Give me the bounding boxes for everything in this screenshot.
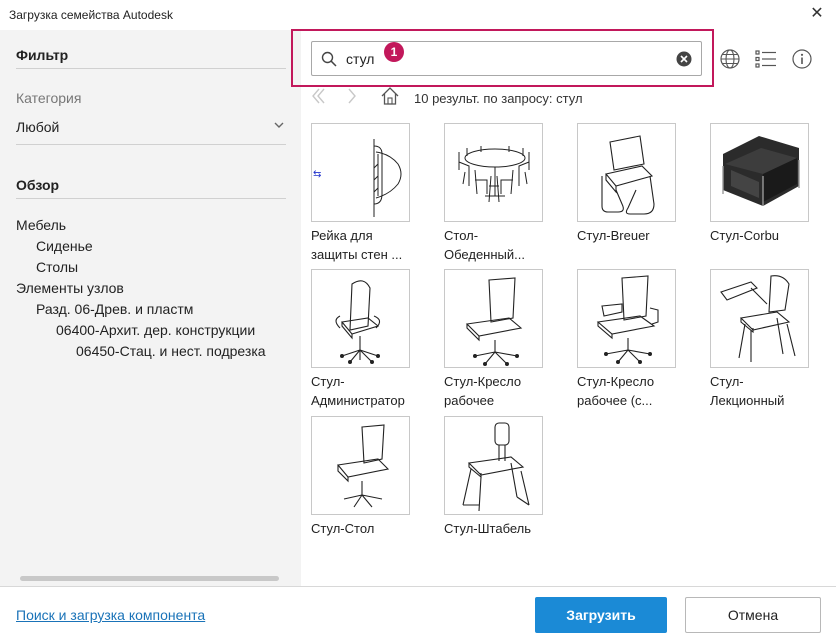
filter-sidebar: Фильтр Категория Любой Обзор Мебель Сиде… <box>0 30 301 586</box>
load-button[interactable]: Загрузить <box>535 597 667 633</box>
thumbnail[interactable] <box>444 123 543 222</box>
tile-caption: Рейка для защиты стен ... <box>311 228 403 262</box>
search-icon <box>321 51 337 67</box>
chevron-down-icon[interactable] <box>274 120 284 132</box>
tile-caption: Стол-Обеденный... <box>444 228 525 262</box>
category-dropdown[interactable]: Любой <box>16 119 59 135</box>
thumbnail[interactable] <box>577 123 676 222</box>
tile-caption: Стул-Лекционный <box>710 374 785 408</box>
tile-caption: Стул-Стол <box>311 521 375 536</box>
tree-item-06400[interactable]: 06400-Архит. дер. конструкции <box>56 322 255 338</box>
dialog-footer: Поиск и загрузка компонента Загрузить От… <box>0 586 836 643</box>
list-view-icon[interactable] <box>755 48 777 70</box>
tree-item-tables[interactable]: Столы <box>36 259 78 275</box>
filter-heading: Фильтр <box>16 47 69 63</box>
home-icon[interactable] <box>380 86 400 106</box>
result-tile-stacking[interactable]: Стул-Штабель <box>444 416 564 538</box>
result-tile-chair-table[interactable]: Стул-Стол <box>311 416 431 538</box>
thumbnail[interactable] <box>311 269 410 368</box>
divider <box>16 68 286 69</box>
divider <box>16 198 286 199</box>
result-tile-breuer[interactable]: Стул-Breuer <box>577 123 697 245</box>
result-count: 10 результ. по запросу: стул <box>414 91 583 106</box>
thumbnail[interactable] <box>710 123 809 222</box>
tile-caption: Стул-Corbu <box>710 228 780 243</box>
cancel-button[interactable]: Отмена <box>685 597 821 633</box>
result-tile-corbu[interactable]: Стул-Corbu <box>710 123 830 245</box>
info-icon[interactable] <box>791 48 813 70</box>
thumbnail[interactable] <box>710 269 809 368</box>
result-tile-task-chair-arms[interactable]: Стул-Кресло рабочее (с... <box>577 269 697 410</box>
svg-text:⇆: ⇆ <box>313 169 321 180</box>
callout-badge: 1 <box>384 42 404 62</box>
tile-caption: Стул-Администратор <box>311 374 405 408</box>
thumbnail[interactable] <box>444 416 543 515</box>
title-bar: Загрузка семейства Autodesk ✕ <box>0 0 836 30</box>
tree-item-details[interactable]: Элементы узлов <box>16 280 124 296</box>
search-download-link[interactable]: Поиск и загрузка компонента <box>16 607 205 623</box>
result-tile-lecture[interactable]: Стул-Лекционный <box>710 269 830 410</box>
window-title: Загрузка семейства Autodesk <box>9 8 173 22</box>
thumbnail[interactable] <box>577 269 676 368</box>
result-tile-task-chair[interactable]: Стул-Кресло рабочее <box>444 269 564 410</box>
divider <box>16 144 286 145</box>
close-icon[interactable]: ✕ <box>806 4 828 26</box>
tile-caption: Стул-Кресло рабочее <box>444 374 522 408</box>
tile-caption: Стул-Штабель <box>444 521 532 536</box>
result-tile-administrator[interactable]: Стул-Администратор <box>311 269 431 410</box>
result-tile-dining-table[interactable]: Стол-Обеденный... <box>444 123 564 264</box>
back-arrow-icon[interactable] <box>309 86 329 106</box>
tree-item-seating[interactable]: Сиденье <box>36 238 93 254</box>
thumbnail[interactable]: ⇆ <box>311 123 410 222</box>
clear-search-icon[interactable] <box>676 51 692 67</box>
search-box[interactable] <box>311 41 702 76</box>
globe-icon[interactable] <box>719 48 741 70</box>
tree-item-wood-plastics[interactable]: Разд. 06-Древ. и пластм <box>36 301 193 317</box>
result-tile-wall-rail[interactable]: ⇆ Рейка для защиты стен ... <box>311 123 431 264</box>
tree-item-furniture[interactable]: Мебель <box>16 217 66 233</box>
tile-caption: Стул-Breuer <box>577 228 650 243</box>
forward-arrow-icon[interactable] <box>343 86 363 106</box>
thumbnail[interactable] <box>311 416 410 515</box>
thumbnail[interactable] <box>444 269 543 368</box>
category-label: Категория <box>16 90 82 106</box>
browse-heading: Обзор <box>16 177 60 193</box>
tile-caption: Стул-Кресло рабочее (с... <box>577 374 655 408</box>
horizontal-scrollbar[interactable] <box>20 576 279 581</box>
tree-item-06450[interactable]: 06450-Стац. и нест. подрезка <box>76 343 266 359</box>
